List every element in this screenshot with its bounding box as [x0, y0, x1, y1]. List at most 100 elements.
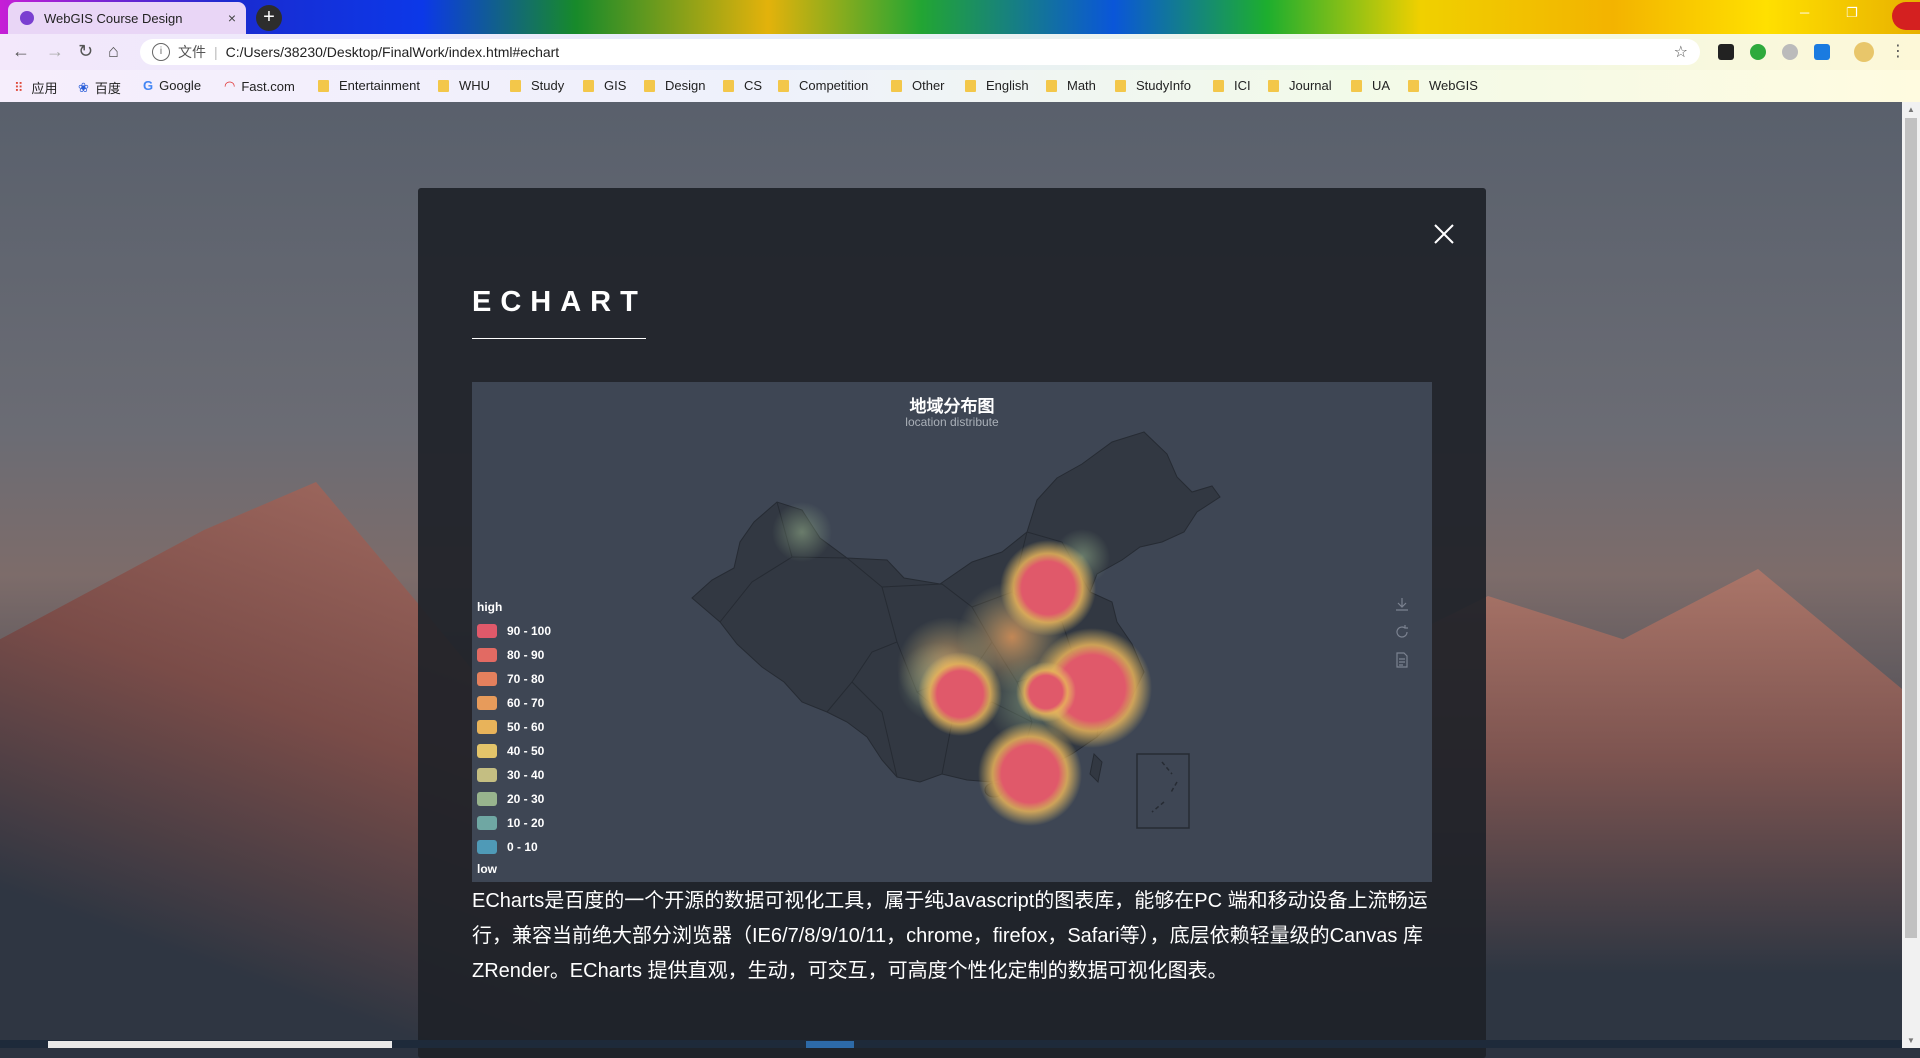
legend-item[interactable]: 70 - 80 [477, 672, 544, 686]
bookmark-google[interactable]: G Google [143, 78, 201, 93]
heat-blob [978, 722, 1082, 826]
legend-swatch [477, 792, 497, 806]
bookmark-folder[interactable]: Study [510, 78, 564, 93]
legend-label: 0 - 10 [507, 840, 538, 854]
bookmark-folder[interactable]: Math [1046, 78, 1096, 93]
legend-label: 70 - 80 [507, 672, 545, 686]
browser-tab[interactable]: WebGIS Course Design × [8, 2, 246, 34]
bookmark-folder[interactable]: English [965, 78, 1029, 93]
legend-swatch [477, 696, 497, 710]
map-chart[interactable]: 地域分布图 location distribute high 90 - 100 … [472, 382, 1432, 882]
bookmark-folder[interactable]: StudyInfo [1115, 78, 1191, 93]
scroll-down-icon[interactable]: ▼ [1907, 1036, 1915, 1045]
china-map[interactable] [472, 382, 1432, 882]
bookmark-fastcom[interactable]: ◠ Fast.com [224, 78, 295, 94]
evernote-icon[interactable] [1750, 44, 1766, 60]
close-window-icon[interactable] [1892, 2, 1920, 30]
bookmark-folder[interactable]: WHU [438, 78, 490, 93]
address-bar[interactable]: i 文件 | C:/Users/38230/Desktop/FinalWork/… [140, 39, 1700, 65]
scroll-up-icon[interactable]: ▲ [1907, 105, 1915, 114]
legend-swatch [477, 744, 497, 758]
url-scheme: 文件 [178, 44, 206, 60]
refresh-icon[interactable] [1394, 624, 1410, 640]
legend-item[interactable]: 20 - 30 [477, 792, 544, 806]
back-icon[interactable]: ← [12, 41, 30, 62]
legend-swatch [477, 816, 497, 830]
bookmark-folder[interactable]: Entertainment [318, 78, 420, 93]
legend-swatch [477, 720, 497, 734]
reload-icon[interactable]: ↻ [78, 41, 93, 62]
close-icon[interactable] [1432, 222, 1456, 246]
echart-description: ECharts是百度的一个开源的数据可视化工具，属于纯Javascript的图表… [472, 890, 1428, 982]
taskbar-strip [0, 1040, 1902, 1048]
taskbar-segment [48, 1041, 392, 1048]
bookmark-folder[interactable]: ICI [1213, 78, 1251, 93]
menu-icon[interactable]: ⋮ [1890, 41, 1906, 61]
heat-blob [1000, 540, 1096, 636]
heat-blob [918, 652, 1002, 736]
tab-title: WebGIS Course Design [44, 10, 183, 26]
extension-icon[interactable] [1782, 44, 1798, 60]
legend-item[interactable]: 50 - 60 [477, 720, 544, 734]
bookmark-star-icon[interactable]: ☆ [1674, 42, 1688, 62]
bookmark-folder[interactable]: Journal [1268, 78, 1332, 93]
avatar[interactable] [1854, 42, 1874, 62]
heading-underline [472, 338, 646, 339]
legend-swatch [477, 624, 497, 638]
bookmark-folder[interactable]: CS [723, 78, 762, 93]
legend-label: 90 - 100 [507, 624, 552, 638]
legend-swatch [477, 672, 497, 686]
legend-swatch [477, 648, 497, 662]
bookmark-folder[interactable]: GIS [583, 78, 626, 93]
taskbar-segment [806, 1041, 854, 1048]
legend-low-label: low [477, 862, 497, 876]
bookmark-baidu[interactable]: ❀ 百度 [78, 78, 121, 97]
legend-item[interactable]: 90 - 100 [477, 624, 551, 638]
legend-item[interactable]: 30 - 40 [477, 768, 544, 782]
bookmark-folder[interactable]: Competition [778, 78, 868, 93]
bookmark-apps[interactable]: ⠿ 应用 [14, 78, 58, 97]
legend-label: 10 - 20 [507, 816, 545, 830]
bookmark-folder[interactable]: WebGIS [1408, 78, 1478, 93]
new-tab-button[interactable]: + [256, 5, 282, 31]
south-china-sea-inset [1136, 753, 1190, 829]
legend-label: 60 - 70 [507, 696, 545, 710]
bookmarks-bar: ⠿ 应用 ❀ 百度 G Google ◠ Fast.com Entertainment … [0, 70, 1920, 102]
legend-high-label: high [477, 600, 503, 614]
legend-swatch [477, 840, 497, 854]
scrollbar-thumb[interactable] [1905, 118, 1917, 938]
extension-icon[interactable] [1718, 44, 1734, 60]
url-text[interactable]: C:/Users/38230/Desktop/FinalWork/index.h… [226, 44, 560, 60]
legend-item[interactable]: 60 - 70 [477, 696, 544, 710]
legend-swatch [477, 768, 497, 782]
tab-favicon-icon [20, 11, 34, 25]
forward-icon[interactable]: → [46, 41, 64, 62]
browser-toolbar: ← → ↻ ⌂ i 文件 | C:/Users/38230/Desktop/Fi… [0, 34, 1920, 70]
download-icon[interactable] [1394, 596, 1410, 612]
bookmark-folder[interactable]: Other [891, 78, 945, 93]
modal-heading: ECHART [472, 286, 647, 318]
bookmark-folder[interactable]: UA [1351, 78, 1390, 93]
bookmark-folder[interactable]: Design [644, 78, 705, 93]
legend-label: 40 - 50 [507, 744, 545, 758]
legend-label: 50 - 60 [507, 720, 545, 734]
translate-icon[interactable] [1814, 44, 1830, 60]
legend-item[interactable]: 40 - 50 [477, 744, 544, 758]
site-info-icon[interactable]: i [152, 43, 170, 61]
browser-titlebar: WebGIS Course Design × + ─ ❐ [0, 0, 1920, 34]
restore-icon[interactable]: ❐ [1846, 5, 1858, 21]
legend-item[interactable]: 80 - 90 [477, 648, 544, 662]
tab-close-icon[interactable]: × [228, 10, 236, 26]
legend-item[interactable]: 10 - 20 [477, 816, 544, 830]
url-separator: | [214, 44, 218, 60]
heat-blob [772, 502, 832, 562]
heat-blob [1016, 662, 1076, 722]
data-view-icon[interactable] [1394, 652, 1410, 668]
legend-label: 20 - 30 [507, 792, 545, 806]
legend-label: 30 - 40 [507, 768, 545, 782]
page-scrollbar[interactable]: ▲ ▼ [1902, 102, 1920, 1048]
taiwan-island [1089, 752, 1103, 784]
home-icon[interactable]: ⌂ [108, 41, 119, 62]
minimize-icon[interactable]: ─ [1800, 5, 1809, 20]
legend-item[interactable]: 0 - 10 [477, 840, 538, 854]
